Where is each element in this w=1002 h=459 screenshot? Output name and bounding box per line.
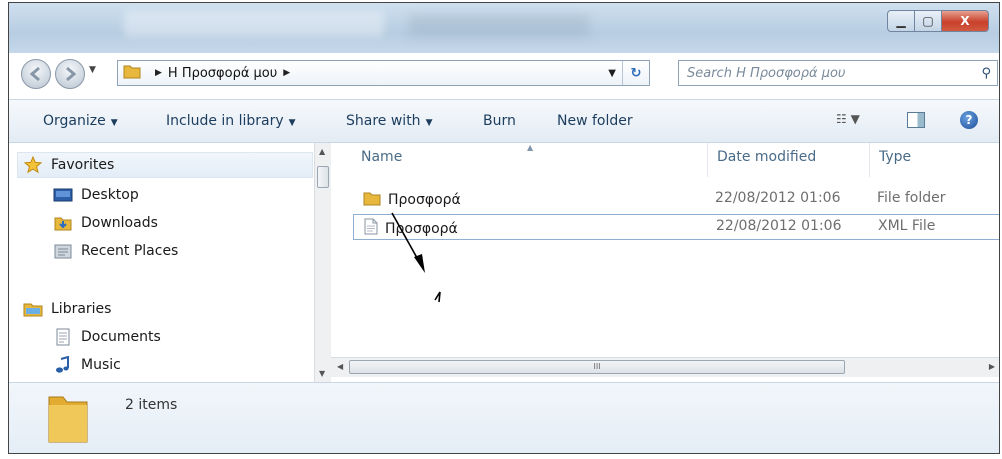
sidebar-item-documents[interactable]: Documents — [53, 325, 161, 349]
search-placeholder: Search Η Προσφορά μου — [687, 65, 846, 81]
sort-ascending-icon: ▲ — [527, 143, 534, 152]
breadcrumb-separator-icon[interactable]: ▶ — [155, 68, 162, 78]
file-name-cell: Προσφορά — [364, 218, 458, 239]
libraries-icon — [23, 300, 43, 318]
column-divider[interactable] — [707, 143, 708, 177]
breadcrumb-separator-icon[interactable]: ▶ — [283, 68, 290, 78]
address-bar[interactable]: ▶ Η Προσφορά μου ▶ ▼ ↻ — [117, 60, 650, 86]
sidebar-item-downloads[interactable]: Downloads — [53, 211, 158, 235]
window-controls: ▁ ▢ X — [887, 10, 989, 32]
table-row[interactable]: Προσφορά 22/08/2012 01:06 XML File — [353, 214, 999, 240]
chevron-down-icon: ▼ — [288, 118, 296, 128]
file-name: Προσφορά — [385, 220, 458, 237]
chevron-down-icon: ▼ — [110, 118, 118, 128]
type-cell: File folder — [877, 190, 946, 206]
scroll-right-icon[interactable]: ▶ — [989, 362, 995, 371]
organize-button[interactable]: Organize ▼ — [43, 113, 118, 129]
file-name-cell: Προσφορά — [363, 190, 461, 210]
chevron-down-icon: ▼ — [425, 118, 433, 128]
sidebar-item-label: Favorites — [51, 157, 115, 173]
back-button[interactable] — [21, 59, 51, 89]
scroll-up-icon[interactable]: ▲ — [319, 147, 325, 156]
type-cell: XML File — [878, 218, 936, 234]
file-list: ▲ Name Date modified Type Προσφορά 22/08… — [331, 143, 999, 382]
navigation-pane: Favorites Desktop Downloads Recent Place… — [9, 143, 314, 382]
horizontal-scrollbar[interactable]: ◀ III ▶ — [331, 357, 999, 377]
search-icon[interactable]: ⚲ — [981, 66, 991, 81]
search-input[interactable]: Search Η Προσφορά μου ⚲ — [678, 60, 998, 86]
command-toolbar: Organize ▼ Include in library ▼ Share with… — [9, 99, 999, 143]
scroll-left-icon[interactable]: ◀ — [337, 362, 343, 371]
help-icon[interactable]: ? — [960, 111, 978, 129]
sidebar-item-favorites[interactable]: Favorites — [23, 153, 114, 177]
music-icon — [53, 356, 73, 374]
scroll-down-icon[interactable]: ▼ — [319, 369, 325, 378]
scrollbar-thumb[interactable]: III — [349, 360, 845, 374]
column-divider[interactable] — [869, 143, 870, 177]
sidebar-item-label: Downloads — [81, 215, 158, 231]
sidebar-item-label: Music — [81, 357, 121, 373]
background-blur — [124, 11, 384, 37]
sidebar-item-music[interactable]: Music — [53, 353, 121, 377]
folder-icon — [123, 63, 141, 83]
downloads-folder-icon — [53, 214, 73, 232]
sidebar-item-label: Libraries — [51, 301, 112, 317]
recent-places-icon — [53, 242, 73, 260]
close-button[interactable]: X — [942, 10, 989, 32]
column-header-type[interactable]: Type — [879, 149, 911, 165]
star-icon — [23, 156, 43, 174]
documents-icon — [53, 328, 73, 346]
details-pane: 2 items — [9, 382, 999, 453]
breadcrumb-current[interactable]: Η Προσφορά μου — [168, 66, 277, 81]
sidebar-item-desktop[interactable]: Desktop — [53, 183, 139, 207]
large-folder-icon — [45, 391, 91, 451]
change-view-icon[interactable]: ☷ ▼ — [836, 112, 860, 126]
sidebar-item-label: Documents — [81, 329, 161, 345]
xml-file-icon — [364, 218, 378, 239]
scrollbar-thumb[interactable] — [317, 166, 329, 188]
back-arrow-icon — [29, 66, 40, 82]
include-in-library-button[interactable]: Include in library ▼ — [166, 113, 296, 129]
sidebar-item-label: Desktop — [81, 187, 139, 203]
explorer-window: ▁ ▢ X ▼ ▶ Η Προσφορά μου ▶ ▼ ↻ Search Η … — [8, 2, 1000, 454]
preview-pane-icon[interactable] — [907, 112, 925, 128]
recent-pages-chevron-icon[interactable]: ▼ — [89, 65, 96, 75]
date-modified-cell: 22/08/2012 01:06 — [716, 218, 842, 234]
column-header-name[interactable]: Name — [361, 149, 402, 165]
sidebar-item-recent-places[interactable]: Recent Places — [53, 239, 178, 263]
navigation-scrollbar[interactable]: ▲ ▼ — [314, 143, 331, 382]
refresh-icon[interactable]: ↻ — [622, 61, 649, 85]
forward-button[interactable] — [55, 59, 85, 89]
address-dropdown-icon[interactable]: ▼ — [608, 68, 616, 79]
table-row[interactable]: Προσφορά 22/08/2012 01:06 File folder — [353, 186, 999, 212]
title-bar[interactable]: ▁ ▢ X — [9, 3, 999, 53]
minimize-button[interactable]: ▁ — [887, 10, 915, 32]
new-folder-button[interactable]: New folder — [557, 113, 633, 129]
forward-arrow-icon — [66, 66, 77, 82]
sidebar-item-label: Recent Places — [81, 243, 179, 259]
share-with-button[interactable]: Share with ▼ — [346, 113, 432, 129]
file-name: Προσφορά — [388, 192, 461, 208]
maximize-button[interactable]: ▢ — [915, 10, 942, 32]
date-modified-cell: 22/08/2012 01:06 — [715, 190, 841, 206]
desktop-icon — [53, 186, 73, 204]
background-blur — [409, 15, 589, 37]
burn-button[interactable]: Burn — [483, 113, 516, 129]
sidebar-item-libraries[interactable]: Libraries — [23, 297, 111, 321]
column-header-date-modified[interactable]: Date modified — [717, 149, 816, 165]
folder-icon — [363, 190, 381, 210]
item-count: 2 items — [125, 397, 178, 413]
